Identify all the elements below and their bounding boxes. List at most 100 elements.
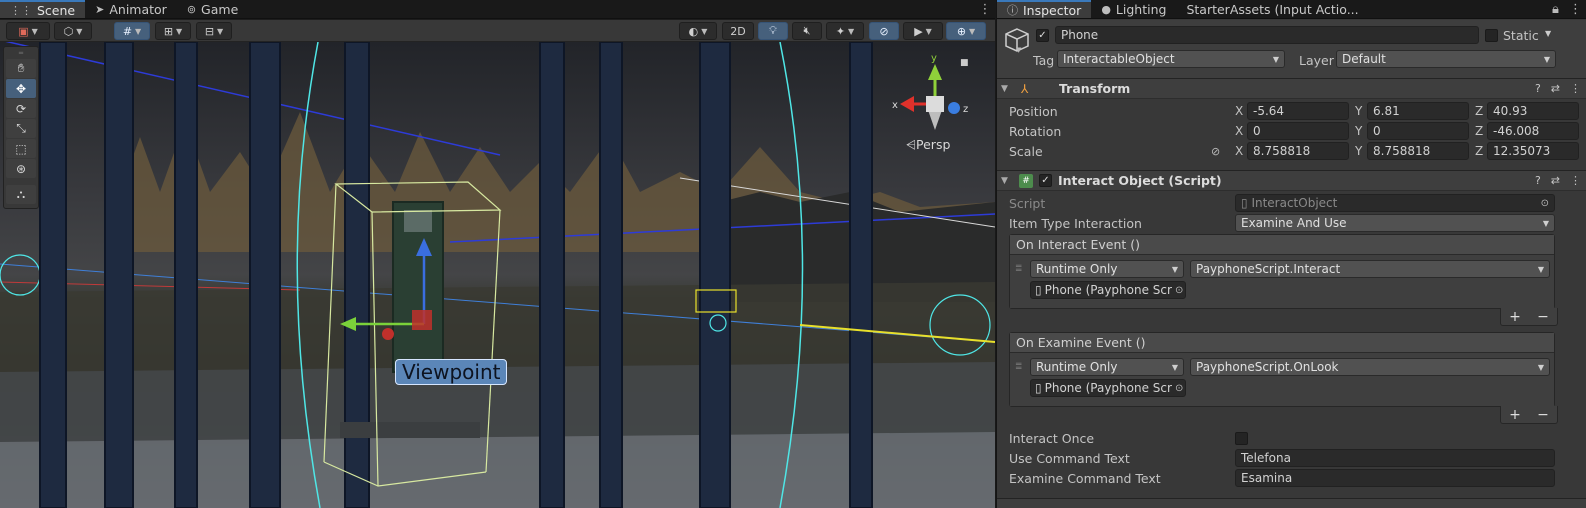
gizmos-dropdown[interactable]: ⊕ ▼: [946, 22, 986, 40]
render-mode-dropdown[interactable]: ◐ ▼: [679, 22, 717, 40]
position-z-field[interactable]: 40.93: [1487, 102, 1579, 120]
position-x-field[interactable]: -5.64: [1247, 102, 1349, 120]
audio-toggle[interactable]: 🔇︎: [792, 22, 822, 40]
layer-dropdown[interactable]: Default ▼: [1336, 50, 1556, 68]
tab-animator[interactable]: ➤ Animator: [85, 0, 177, 18]
constrain-proportions-icon[interactable]: ⊘: [1211, 145, 1220, 158]
next-component-header[interactable]: [997, 498, 1586, 508]
preset-icon[interactable]: ⇄: [1551, 82, 1560, 95]
fold-arrow-icon[interactable]: ▼: [1001, 84, 1015, 94]
tab-scene[interactable]: ⋮⋮ Scene: [0, 0, 86, 18]
runtime-mode-dropdown[interactable]: Runtime Only ▼: [1030, 260, 1184, 278]
scale-tool[interactable]: ⤡: [6, 119, 36, 138]
increment-snap-dropdown[interactable]: ⊞ ▼: [155, 22, 191, 40]
tab-inspector[interactable]: ⓘ Inspector: [997, 0, 1092, 18]
interact-once-row: Interact Once: [997, 428, 1586, 448]
object-picker-icon[interactable]: ⊙: [1175, 383, 1183, 394]
examine-command-field[interactable]: Esamina: [1235, 469, 1555, 487]
tab-inspector-label: Inspector: [1023, 2, 1082, 18]
scene-tab-bar: ⋮⋮ Scene ➤ Animator ⊚ Game ⋮: [0, 0, 995, 19]
lighting-toggle[interactable]: 💡︎: [758, 22, 788, 40]
fold-arrow-icon[interactable]: ▼: [1001, 176, 1015, 186]
function-dropdown[interactable]: PayphoneScript.Interact ▼: [1190, 260, 1550, 278]
item-type-row: Item Type Interaction Examine And Use ▼: [997, 213, 1586, 233]
scale-z-field[interactable]: 12.35073: [1487, 142, 1579, 160]
more-options-icon[interactable]: ⋮: [975, 0, 995, 18]
scale-x-field[interactable]: 8.758818: [1247, 142, 1349, 160]
viewpoint-label[interactable]: Viewpoint: [395, 359, 508, 385]
transform-icon: ⅄: [1021, 81, 1029, 96]
hand-tool[interactable]: ✋︎: [6, 59, 36, 78]
component-menu-icon[interactable]: ⋮: [1570, 174, 1581, 187]
transform-tool[interactable]: ⊛: [6, 159, 36, 178]
help-icon[interactable]: ?: [1535, 174, 1541, 187]
y-axis-label: Y: [1355, 124, 1363, 138]
scale-icon: ⤡: [16, 121, 26, 135]
move-tool[interactable]: ✥: [6, 79, 36, 98]
svg-text:x: x: [892, 100, 898, 111]
drag-handle-icon[interactable]: ═ ═: [1016, 263, 1021, 276]
script-enabled-checkbox[interactable]: ✓: [1039, 174, 1052, 187]
tab-lighting[interactable]: ● Lighting: [1091, 0, 1176, 18]
palette-grip[interactable]: ═: [6, 50, 36, 58]
preset-icon[interactable]: ⇄: [1551, 174, 1560, 187]
static-checkbox[interactable]: [1485, 29, 1498, 42]
audio-mute-icon: 🔇︎: [803, 24, 811, 37]
tab-game[interactable]: ⊚ Game: [177, 0, 248, 18]
visibility-toggle[interactable]: ⊘: [869, 22, 899, 40]
static-caret-icon[interactable]: ▼: [1545, 29, 1551, 38]
remove-listener-button[interactable]: −: [1537, 407, 1549, 423]
use-command-field[interactable]: Telefona: [1235, 449, 1555, 467]
add-listener-button[interactable]: +: [1509, 407, 1521, 423]
shading-dropdown[interactable]: ⬡ ▼: [54, 22, 92, 40]
custom-tool[interactable]: ⛬: [6, 185, 36, 204]
script-field[interactable]: ▯ InteractObject ⊙: [1235, 194, 1555, 212]
interact-once-checkbox[interactable]: [1235, 431, 1248, 445]
draw-mode-dropdown[interactable]: ▣ ▼: [6, 22, 50, 40]
grid-snap-dropdown[interactable]: # ▼: [114, 22, 150, 40]
gizmo-lock-icon[interactable]: ■: [960, 58, 969, 68]
info-icon: ⓘ: [1007, 4, 1018, 17]
layer-value: Default: [1342, 52, 1386, 66]
chevron-down-icon: ▼: [1171, 264, 1178, 274]
rect-tool[interactable]: ⬚: [6, 139, 36, 158]
item-type-dropdown[interactable]: Examine And Use ▼: [1235, 214, 1555, 232]
component-menu-icon[interactable]: ⋮: [1570, 82, 1581, 95]
function-dropdown[interactable]: PayphoneScript.OnLook ▼: [1190, 358, 1550, 376]
tab-starter-assets[interactable]: StarterAssets (Input Actio...: [1176, 0, 1368, 18]
remove-listener-button[interactable]: −: [1537, 309, 1549, 325]
scale-y-field[interactable]: 8.758818: [1367, 142, 1469, 160]
scene-viewport[interactable]: ═ ✋︎ ✥ ⟳ ⤡ ⬚ ⊛ ⛬ y x z ■ ⩤Persp Viewpoin…: [0, 42, 995, 508]
active-checkbox[interactable]: ✓: [1036, 29, 1049, 42]
transform-header[interactable]: ▼ ⅄ Transform ? ⇄ ⋮: [997, 78, 1586, 99]
rotation-y-field[interactable]: 0: [1367, 122, 1469, 140]
drag-handle-icon[interactable]: ═ ═: [1016, 361, 1021, 374]
lock-icon[interactable]: 🔒︎: [1552, 2, 1559, 17]
effects-dropdown[interactable]: ✦ ▼: [826, 22, 864, 40]
target-object-field[interactable]: ▯ Phone (Payphone Scr ⊙: [1030, 281, 1186, 299]
position-y-field[interactable]: 6.81: [1367, 102, 1469, 120]
interact-object-header[interactable]: ▼ # ✓ Interact Object (Script) ? ⇄ ⋮: [997, 170, 1586, 191]
add-listener-button[interactable]: +: [1509, 309, 1521, 325]
help-icon[interactable]: ?: [1535, 82, 1541, 95]
camera-dropdown[interactable]: ▶ ▼: [903, 22, 943, 40]
toggle-2d-button[interactable]: 2D: [722, 22, 754, 40]
rotation-x-field[interactable]: 0: [1247, 122, 1349, 140]
chevron-down-icon: ▼: [1542, 218, 1549, 228]
gameobject-name-field[interactable]: Phone: [1055, 26, 1479, 44]
rotate-tool[interactable]: ⟳: [6, 99, 36, 118]
persp-label[interactable]: ⩤Persp: [906, 137, 950, 153]
x-axis-label: X: [1235, 104, 1244, 118]
game-icon: ⊚: [186, 2, 197, 16]
runtime-mode-dropdown[interactable]: Runtime Only ▼: [1030, 358, 1184, 376]
icon-caret[interactable]: ▼: [1016, 46, 1021, 54]
rotation-z-field[interactable]: -46.008: [1487, 122, 1579, 140]
tag-dropdown[interactable]: InteractableObject ▼: [1057, 50, 1285, 68]
position-row: Position X -5.64 Y 6.81 Z 40.93: [997, 101, 1586, 121]
object-picker-icon[interactable]: ⊙: [1175, 285, 1183, 296]
more-options-icon[interactable]: ⋮: [1569, 2, 1582, 17]
lightbulb-icon: 💡︎: [769, 24, 777, 37]
object-picker-icon[interactable]: ⊙: [1541, 198, 1549, 209]
ruler-dropdown[interactable]: ⊟ ▼: [196, 22, 232, 40]
target-object-field[interactable]: ▯ Phone (Payphone Scr ⊙: [1030, 379, 1186, 397]
